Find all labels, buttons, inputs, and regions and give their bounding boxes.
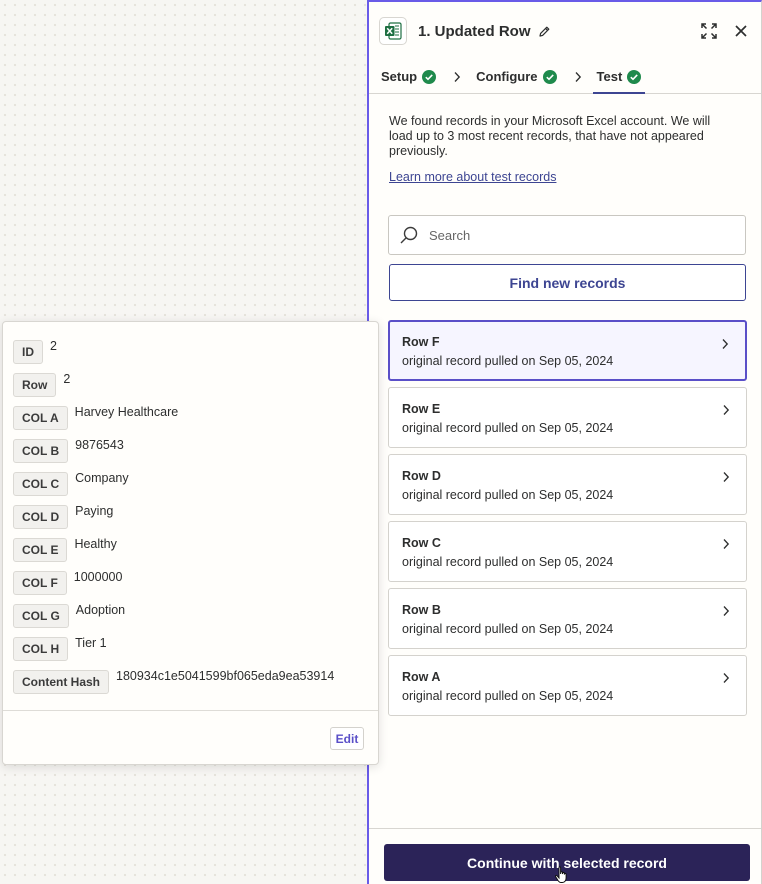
field-row: COL A Harvey Healthcare xyxy=(13,405,179,430)
chevron-right-icon xyxy=(722,538,730,550)
field-key: COL A xyxy=(13,406,68,430)
field-key: COL D xyxy=(13,505,69,529)
record-subtitle: original record pulled on Sep 05, 2024 xyxy=(402,421,614,435)
learn-more-link[interactable]: Learn more about test records xyxy=(389,170,556,184)
field-row: COL G Adoption xyxy=(13,603,126,628)
field-value: Healthy xyxy=(74,537,117,551)
edit-button[interactable]: Edit xyxy=(330,727,364,750)
check-circle-icon xyxy=(542,69,557,84)
chevron-right-icon xyxy=(722,605,730,617)
record-title: Row C xyxy=(402,536,441,550)
close-icon[interactable] xyxy=(731,21,751,41)
field-value: 2 xyxy=(63,372,71,386)
record-subtitle: original record pulled on Sep 05, 2024 xyxy=(402,689,614,703)
record-item[interactable]: Row B original record pulled on Sep 05, … xyxy=(388,588,747,649)
field-value: Company xyxy=(75,471,129,485)
record-item[interactable]: Row F original record pulled on Sep 05, … xyxy=(388,320,747,381)
record-subtitle: original record pulled on Sep 05, 2024 xyxy=(402,622,614,636)
microsoft-excel-icon xyxy=(379,17,407,45)
search-icon xyxy=(399,225,419,245)
intro-text: We found records in your Microsoft Excel… xyxy=(389,114,711,158)
record-item[interactable]: Row D original record pulled on Sep 05, … xyxy=(388,454,747,515)
record-subtitle: original record pulled on Sep 05, 2024 xyxy=(402,354,614,368)
field-key: COL F xyxy=(13,571,67,595)
field-value: 2 xyxy=(50,339,57,353)
check-circle-icon xyxy=(422,69,437,84)
step-title: 1. Updated Row xyxy=(418,22,531,40)
field-value: 1000000 xyxy=(73,570,123,584)
record-item[interactable]: Row C original record pulled on Sep 05, … xyxy=(388,521,747,582)
panel-header: 1. Updated Row xyxy=(369,2,761,60)
check-circle-icon xyxy=(627,69,642,84)
field-row: COL H Tier 1 xyxy=(13,636,107,661)
field-key: COL H xyxy=(13,637,69,661)
field-row: ID 2 xyxy=(13,339,57,364)
record-title: Row E xyxy=(402,402,441,416)
field-value: Paying xyxy=(75,504,114,518)
record-title: Row D xyxy=(402,469,441,483)
chevron-right-icon xyxy=(722,404,730,416)
field-key: COL E xyxy=(13,538,68,562)
tab-configure[interactable]: Configure xyxy=(476,60,557,93)
record-subtitle: original record pulled on Sep 05, 2024 xyxy=(402,488,614,502)
step-panel: 1. Updated Row Setup Configure Test We f… xyxy=(367,0,762,884)
find-new-records-button[interactable]: Find new records xyxy=(389,264,746,301)
chevron-right-icon xyxy=(722,471,730,483)
pencil-icon[interactable] xyxy=(538,25,551,38)
tab-label: Setup xyxy=(381,69,418,84)
tab-label: Test xyxy=(596,69,623,84)
field-row: COL D Paying xyxy=(13,504,114,529)
hand-cursor-icon xyxy=(554,866,570,884)
field-key: COL G xyxy=(13,604,69,628)
record-title: Row F xyxy=(402,335,440,349)
record-list: Row F original record pulled on Sep 05, … xyxy=(388,320,747,722)
step-tabs: Setup Configure Test xyxy=(369,60,761,94)
record-title: Row B xyxy=(402,603,441,617)
field-key: COL C xyxy=(13,472,69,496)
search-box[interactable] xyxy=(388,215,746,255)
field-value: 9876543 xyxy=(75,438,124,452)
field-value: Adoption xyxy=(75,603,126,617)
chevron-right-icon xyxy=(722,672,730,684)
field-row: COL E Healthy xyxy=(13,537,117,562)
search-input[interactable] xyxy=(429,227,719,243)
field-key: Row xyxy=(13,373,57,397)
field-row: COL F 1000000 xyxy=(13,570,123,595)
chevron-right-icon xyxy=(721,338,729,350)
divider xyxy=(3,710,378,711)
field-value: Tier 1 xyxy=(75,636,107,650)
field-value: Harvey Healthcare xyxy=(74,405,179,419)
record-subtitle: original record pulled on Sep 05, 2024 xyxy=(402,555,614,569)
field-row: COL C Company xyxy=(13,471,129,496)
tab-label: Configure xyxy=(476,69,538,84)
tab-test[interactable]: Test xyxy=(592,60,646,94)
record-title: Row A xyxy=(402,670,441,684)
record-item[interactable]: Row E original record pulled on Sep 05, … xyxy=(388,387,747,448)
field-row: Content Hash 180934c1e5041599bf065eda9ea… xyxy=(13,669,335,694)
field-key: ID xyxy=(13,340,43,364)
chevron-right-icon xyxy=(453,60,461,93)
field-row: Row 2 xyxy=(13,372,71,397)
chevron-right-icon xyxy=(574,60,582,93)
record-details-popover: ID 2 Row 2 COL A Harvey Healthcare COL B… xyxy=(2,321,379,765)
expand-icon[interactable] xyxy=(699,21,719,41)
field-row: COL B 9876543 xyxy=(13,438,124,463)
field-key: Content Hash xyxy=(13,670,109,694)
record-item[interactable]: Row A original record pulled on Sep 05, … xyxy=(388,655,747,716)
tab-setup[interactable]: Setup xyxy=(381,60,437,93)
field-key: COL B xyxy=(13,439,69,463)
field-value: 180934c1e5041599bf065eda9ea53914 xyxy=(116,669,335,683)
